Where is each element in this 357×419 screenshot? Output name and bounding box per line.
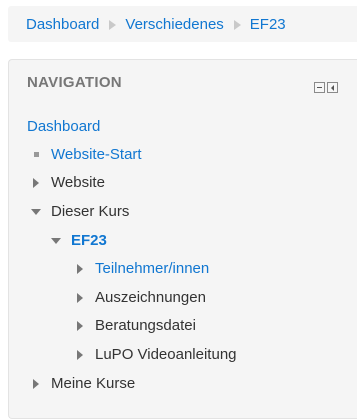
expand-arrow-icon[interactable] <box>29 177 43 188</box>
nav-item-teilnehmer[interactable]: Teilnehmer/innen <box>73 260 209 277</box>
breadcrumb-dashboard[interactable]: Dashboard <box>26 16 99 33</box>
dock-block-icon[interactable] <box>327 82 338 93</box>
navigation-title: NAVIGATION <box>27 74 122 91</box>
nav-item-label[interactable]: Website <box>51 174 105 191</box>
collapse-block-icon[interactable] <box>314 82 325 93</box>
nav-item-meine-kurse[interactable]: Meine Kurse <box>29 375 135 392</box>
expand-arrow-icon[interactable] <box>73 263 87 274</box>
nav-item-ef23[interactable]: EF23 <box>49 232 107 249</box>
nav-item-label[interactable]: LuPO Videoanleitung <box>95 346 237 363</box>
breadcrumb-verschiedenes[interactable]: Verschiedenes <box>125 16 223 33</box>
breadcrumb: Dashboard Verschiedenes EF23 <box>8 6 357 42</box>
nav-item-label[interactable]: Teilnehmer/innen <box>95 260 209 277</box>
breadcrumb-ef23[interactable]: EF23 <box>250 16 286 33</box>
nav-item-website-start[interactable]: Website-Start <box>29 146 142 163</box>
expand-arrow-icon[interactable] <box>73 320 87 331</box>
breadcrumb-separator-icon <box>233 20 241 30</box>
collapse-arrow-icon[interactable] <box>49 237 63 244</box>
nav-item-label[interactable]: Beratungsdatei <box>95 317 196 334</box>
nav-item-dieser-kurs[interactable]: Dieser Kurs <box>29 203 129 220</box>
nav-item-website[interactable]: Website <box>29 174 105 191</box>
collapse-arrow-icon[interactable] <box>29 208 43 215</box>
nav-item-label[interactable]: Dieser Kurs <box>51 203 129 220</box>
nav-item-beratungsdatei[interactable]: Beratungsdatei <box>73 317 196 334</box>
block-controls <box>314 82 338 93</box>
nav-item-label[interactable]: Auszeichnungen <box>95 289 206 306</box>
nav-item-label[interactable]: EF23 <box>71 232 107 249</box>
nav-item-lupo-videoanleitung[interactable]: LuPO Videoanleitung <box>73 346 237 363</box>
square-bullet-icon <box>29 152 43 157</box>
navigation-block: NAVIGATION Dashboard Website-Start Websi… <box>8 59 357 419</box>
nav-item-label[interactable]: Dashboard <box>27 118 100 135</box>
expand-arrow-icon[interactable] <box>73 292 87 303</box>
breadcrumb-separator-icon <box>109 20 117 30</box>
expand-arrow-icon[interactable] <box>73 349 87 360</box>
expand-arrow-icon[interactable] <box>29 378 43 389</box>
nav-item-label[interactable]: Website-Start <box>51 146 142 163</box>
nav-item-label[interactable]: Meine Kurse <box>51 375 135 392</box>
nav-item-dashboard[interactable]: Dashboard <box>27 118 100 135</box>
nav-item-auszeichnungen[interactable]: Auszeichnungen <box>73 289 206 306</box>
